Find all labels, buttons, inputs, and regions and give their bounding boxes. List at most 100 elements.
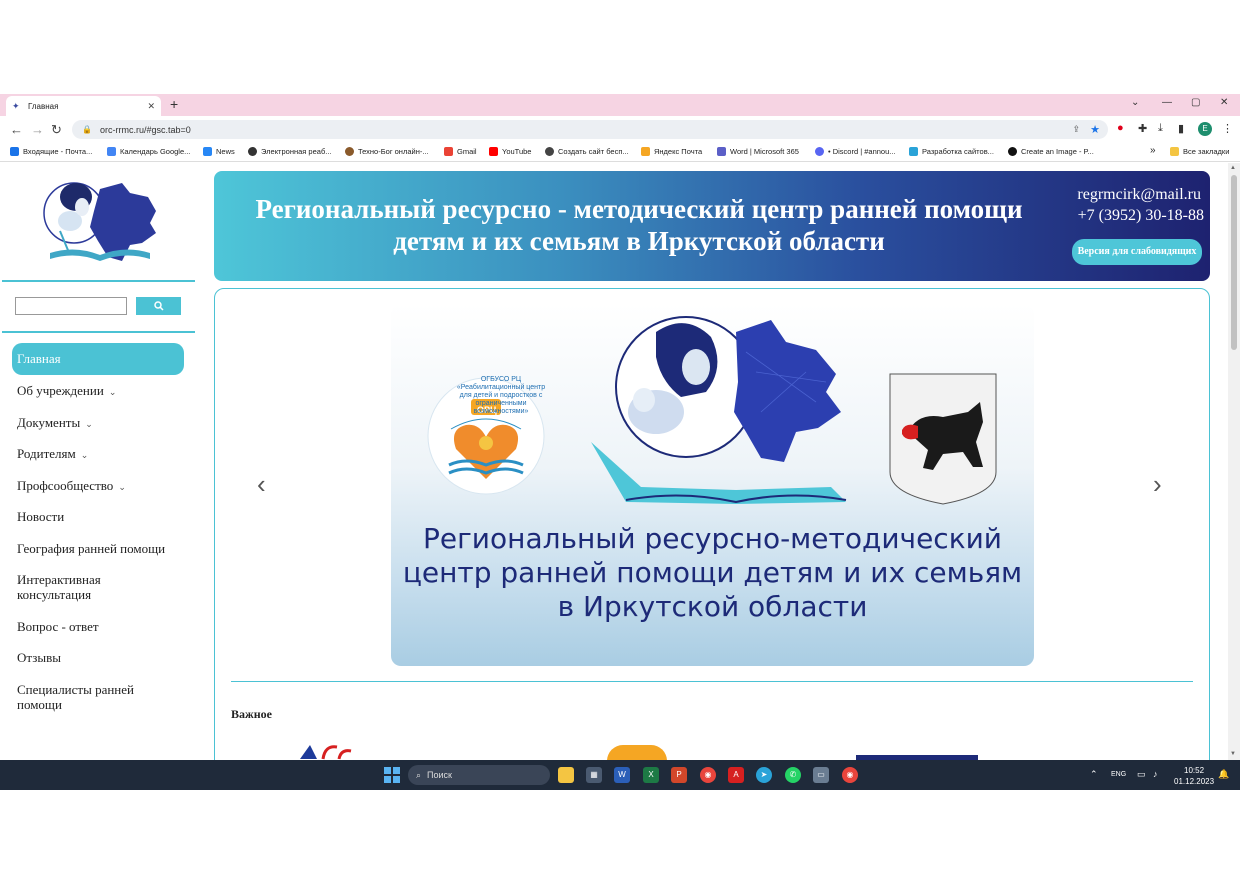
important-thumbnail[interactable]: [295, 741, 375, 760]
bookmark-item[interactable]: Входящие - Почта...: [10, 147, 92, 156]
bookmark-item[interactable]: Word | Microsoft 365: [717, 147, 799, 156]
menu-item-about[interactable]: Об учреждении ⌄: [12, 383, 184, 400]
scroll-down-icon[interactable]: ▼: [1230, 751, 1236, 757]
volume-icon[interactable]: ♪: [1153, 769, 1158, 779]
store-icon[interactable]: ▦: [586, 767, 602, 783]
menu-item-home[interactable]: Главная: [12, 343, 184, 375]
bookmark-item[interactable]: Create an Image - P...: [1008, 147, 1094, 156]
tray-chevron-up-icon[interactable]: ⌃: [1090, 769, 1098, 780]
menu-item-consultation[interactable]: Интерактивная консультация: [12, 572, 132, 602]
word-icon[interactable]: W: [614, 767, 630, 783]
minimize-icon[interactable]: —: [1162, 97, 1172, 108]
bookmark-item[interactable]: Техно-Бог онлайн-...: [345, 147, 429, 156]
chrome-profile-icon[interactable]: ◉: [842, 767, 858, 783]
share-icon[interactable]: ⇪: [1072, 124, 1080, 135]
excel-icon[interactable]: X: [643, 767, 659, 783]
tray-clock[interactable]: 10:52 01.12.2023: [1174, 765, 1214, 787]
download-icon[interactable]: ⤓: [1158, 122, 1163, 135]
scrollbar-thumb[interactable]: [1231, 175, 1237, 350]
contact-email[interactable]: regrmcirk@mail.ru: [1077, 186, 1201, 204]
menu-item-faq[interactable]: Вопрос - ответ: [12, 619, 184, 634]
scroll-up-icon[interactable]: ▲: [1230, 165, 1236, 171]
menu-item-documents[interactable]: Документы ⌄: [12, 415, 184, 432]
more-bookmarks-button[interactable]: »: [1150, 145, 1156, 156]
bookmark-item[interactable]: YouTube: [489, 147, 531, 156]
opera-extension-icon[interactable]: ●: [1117, 122, 1124, 134]
chevron-down-icon: ⌄: [108, 387, 117, 397]
search-icon: [153, 301, 164, 311]
bookmark-item[interactable]: News: [203, 147, 235, 156]
site-favicon-icon: ✦: [12, 101, 20, 111]
chevron-down-icon: ⌄: [85, 419, 93, 429]
all-bookmarks-button[interactable]: Все закладки: [1170, 147, 1229, 156]
taskbar-search[interactable]: ⌕ Поиск: [408, 765, 550, 785]
menu-item-reviews[interactable]: Отзывы: [12, 650, 184, 665]
reload-icon[interactable]: ↻: [51, 122, 62, 138]
menu-item-parents[interactable]: Родителям ⌄: [12, 446, 184, 463]
tab-close-icon[interactable]: ✕: [147, 101, 155, 112]
telegram-icon[interactable]: ➤: [756, 767, 772, 783]
new-tab-button[interactable]: +: [170, 96, 178, 112]
powerpoint-icon[interactable]: P: [671, 767, 687, 783]
windows-start-icon[interactable]: [384, 767, 400, 783]
content-divider: [231, 681, 1193, 682]
menu-item-community[interactable]: Профсообщество ⌄: [12, 478, 184, 495]
important-thumbnail[interactable]: [607, 745, 667, 760]
menu-item-specialists[interactable]: Специалисты ранней помощи: [12, 682, 152, 712]
search-input[interactable]: [15, 297, 127, 315]
irkutsk-coat-of-arms: [889, 373, 997, 505]
side-panel-icon[interactable]: ▮: [1178, 122, 1184, 135]
tab-search-icon[interactable]: ⌄: [1131, 97, 1139, 108]
thumbnail-logo-icon: [300, 745, 352, 760]
scanner-icon[interactable]: ▭: [813, 767, 829, 783]
bookmark-favicon-icon: [345, 147, 354, 156]
bookmark-item[interactable]: Календарь Google...: [107, 147, 190, 156]
accessibility-version-button[interactable]: Версия для слабовидящих: [1072, 239, 1202, 265]
page-scrollbar[interactable]: ▲ ▼: [1228, 163, 1240, 760]
address-bar[interactable]: 🔒 orc-rrmc.ru/#gsc.tab=0 ⇪ ★: [72, 120, 1108, 139]
url-text: orc-rrmc.ru/#gsc.tab=0: [99, 124, 191, 135]
slider-next-icon[interactable]: ›: [1153, 469, 1162, 500]
chevron-down-icon: ⌄: [80, 450, 89, 460]
chrome-icon[interactable]: ◉: [700, 767, 716, 783]
search-button[interactable]: [136, 297, 181, 315]
input-language[interactable]: ENG: [1111, 771, 1126, 778]
bookmark-item[interactable]: Электронная реаб...: [248, 147, 332, 156]
bookmark-favicon-icon: [444, 147, 453, 156]
contact-phone[interactable]: +7 (3952) 30-18-88: [1078, 207, 1204, 225]
search-icon: ⌕: [416, 769, 422, 780]
bookmark-item[interactable]: Яндекс Почта: [641, 147, 702, 156]
bookmark-item[interactable]: Gmail: [444, 147, 477, 156]
notifications-bell-icon[interactable]: 🔔: [1218, 769, 1229, 780]
menu-kebab-icon[interactable]: ⋮: [1222, 122, 1233, 135]
menu-item-news[interactable]: Новости: [12, 509, 184, 524]
bookmark-star-icon[interactable]: ★: [1090, 123, 1100, 136]
bookmark-item[interactable]: Создать сайт бесп...: [545, 147, 629, 156]
forward-icon[interactable]: →: [31, 122, 44, 137]
browser-tab[interactable]: ✦ Главная ✕: [6, 96, 161, 116]
bookmark-item[interactable]: Разработка сайтов...: [909, 147, 994, 156]
tab-title: Главная: [28, 101, 59, 111]
folder-icon: [1170, 147, 1179, 156]
bookmark-favicon-icon: [1008, 147, 1017, 156]
whatsapp-icon[interactable]: ✆: [785, 767, 801, 783]
extensions-icon[interactable]: ✚: [1138, 122, 1147, 135]
menu-item-geography[interactable]: География ранней помощи: [12, 541, 184, 556]
file-explorer-icon[interactable]: [558, 767, 574, 783]
bookmark-item[interactable]: • Discord | #annou...: [815, 147, 896, 156]
bookmark-favicon-icon: [489, 147, 498, 156]
maximize-icon[interactable]: ▢: [1191, 97, 1200, 108]
profile-avatar[interactable]: E: [1198, 122, 1212, 136]
site-logo[interactable]: [30, 171, 170, 271]
window-close-icon[interactable]: ✕: [1220, 97, 1228, 108]
pdf-reader-icon[interactable]: A: [728, 767, 744, 783]
slider-prev-icon[interactable]: ‹: [257, 469, 266, 500]
seal-text: ОГБУСО РЦ «Реабилитационный центр для де…: [456, 376, 546, 415]
back-icon[interactable]: ←: [10, 122, 23, 137]
sidebar-divider: [2, 280, 195, 282]
network-icon[interactable]: ▭: [1137, 769, 1146, 780]
bookmarks-bar: Входящие - Почта... Календарь Google... …: [0, 144, 1240, 162]
bookmark-favicon-icon: [717, 147, 726, 156]
sidebar: Главная Об учреждении ⌄ Документы ⌄ Родите…: [0, 163, 200, 760]
slider-image[interactable]: ОРЦ ОГБУСО РЦ «Реабилитационный центр дл…: [391, 304, 1034, 666]
